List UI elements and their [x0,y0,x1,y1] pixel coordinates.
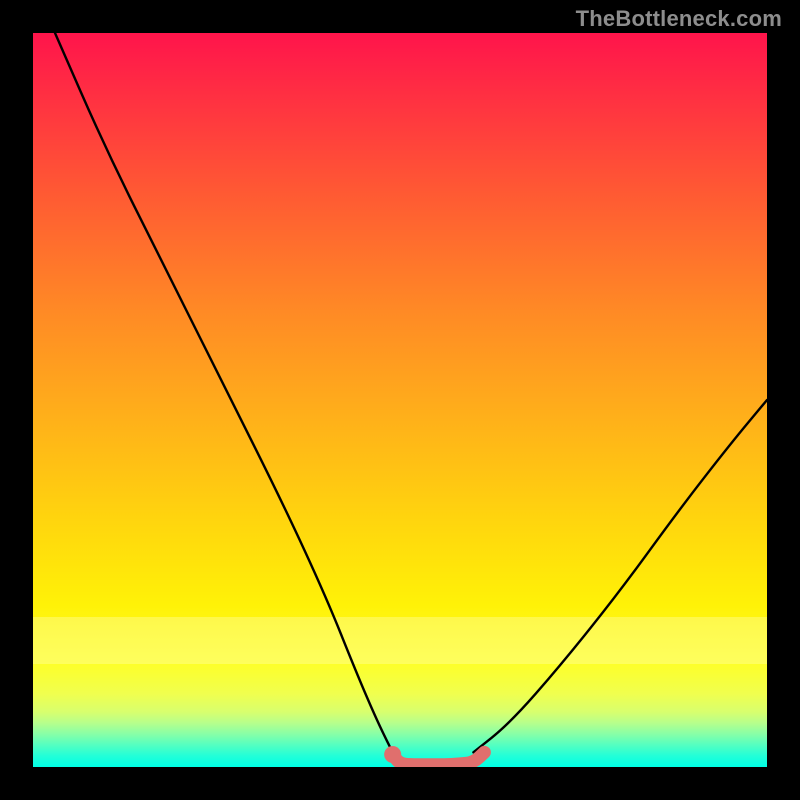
plot-area [33,33,767,767]
curve-layer [33,33,767,767]
chart-stage: TheBottleneck.com [0,0,800,800]
marker-start-dot [384,746,401,763]
marker-band [393,752,485,764]
left-curve [55,33,396,760]
attribution-text: TheBottleneck.com [576,6,782,32]
right-curve [473,400,767,752]
